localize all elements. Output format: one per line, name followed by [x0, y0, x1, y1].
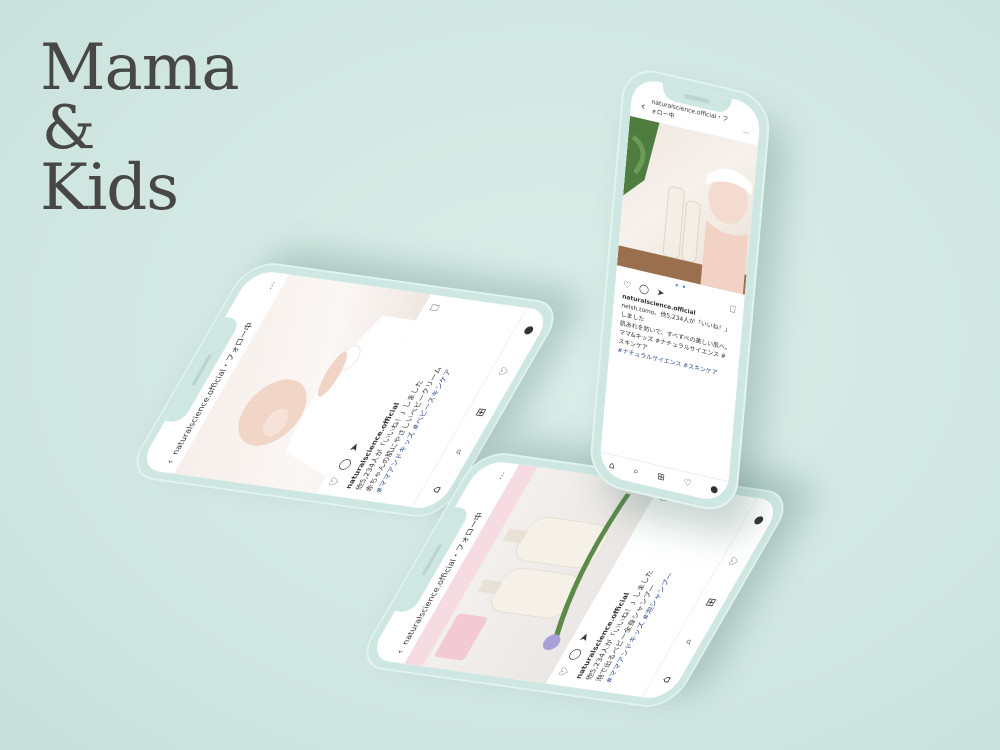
more-icon[interactable]: ⋯	[266, 281, 279, 290]
add-icon[interactable]: ⊞	[472, 407, 489, 417]
profile-icon[interactable]: ●	[520, 325, 537, 336]
model-illustration	[616, 115, 753, 295]
brand-ampersand: &	[42, 93, 96, 163]
bookmark-icon[interactable]: ⎕	[730, 305, 736, 316]
share-icon[interactable]: ➤	[346, 442, 364, 452]
back-icon[interactable]: ‹	[163, 459, 176, 464]
search-icon[interactable]: ⌕	[633, 466, 639, 477]
post-image-model[interactable]	[616, 115, 758, 295]
bookmark-icon[interactable]: ⎕	[427, 304, 443, 312]
add-icon[interactable]: ⊞	[702, 597, 719, 607]
back-icon[interactable]: ‹	[640, 99, 645, 113]
phone-model-post: ‹ naturalscience.official・フォロー中 ⋯ • • ♡ …	[587, 63, 773, 517]
brand-line-1: Mama	[40, 31, 240, 105]
like-icon[interactable]: ♡	[556, 666, 574, 677]
share-icon[interactable]: ➤	[656, 288, 664, 300]
brand-line-2: Kids	[40, 151, 179, 225]
comment-icon[interactable]: ◯	[335, 458, 354, 471]
like-icon[interactable]: ♡	[623, 280, 632, 292]
heart-icon[interactable]: ♡	[496, 366, 513, 377]
back-icon[interactable]: ‹	[393, 649, 406, 654]
home-icon[interactable]: ⌂	[658, 676, 673, 684]
home-icon[interactable]: ⌂	[428, 486, 443, 494]
heart-icon[interactable]: ♡	[683, 478, 692, 490]
heart-icon[interactable]: ♡	[726, 556, 743, 567]
more-icon[interactable]: ⋯	[743, 129, 750, 137]
more-icon[interactable]: ⋯	[496, 471, 509, 480]
search-icon[interactable]: ⌕	[680, 638, 696, 646]
comment-icon[interactable]: ◯	[639, 284, 650, 296]
speaker-icon	[683, 93, 710, 104]
profile-icon[interactable]: ●	[710, 484, 719, 496]
home-icon[interactable]: ⌂	[609, 461, 615, 472]
comment-icon[interactable]: ◯	[565, 648, 584, 661]
like-icon[interactable]: ♡	[326, 476, 344, 487]
brand-logo: Mama & Kids	[40, 31, 240, 225]
search-icon[interactable]: ⌕	[450, 448, 466, 456]
add-icon[interactable]: ⊞	[657, 472, 665, 484]
stage: Mama & Kids ‹ naturalscience.official・フォ…	[0, 0, 1000, 750]
phone-screen: ‹ naturalscience.official・フォロー中 ⋯ • • ♡ …	[598, 75, 762, 505]
profile-icon[interactable]: ●	[750, 515, 767, 526]
share-icon[interactable]: ➤	[576, 632, 594, 642]
